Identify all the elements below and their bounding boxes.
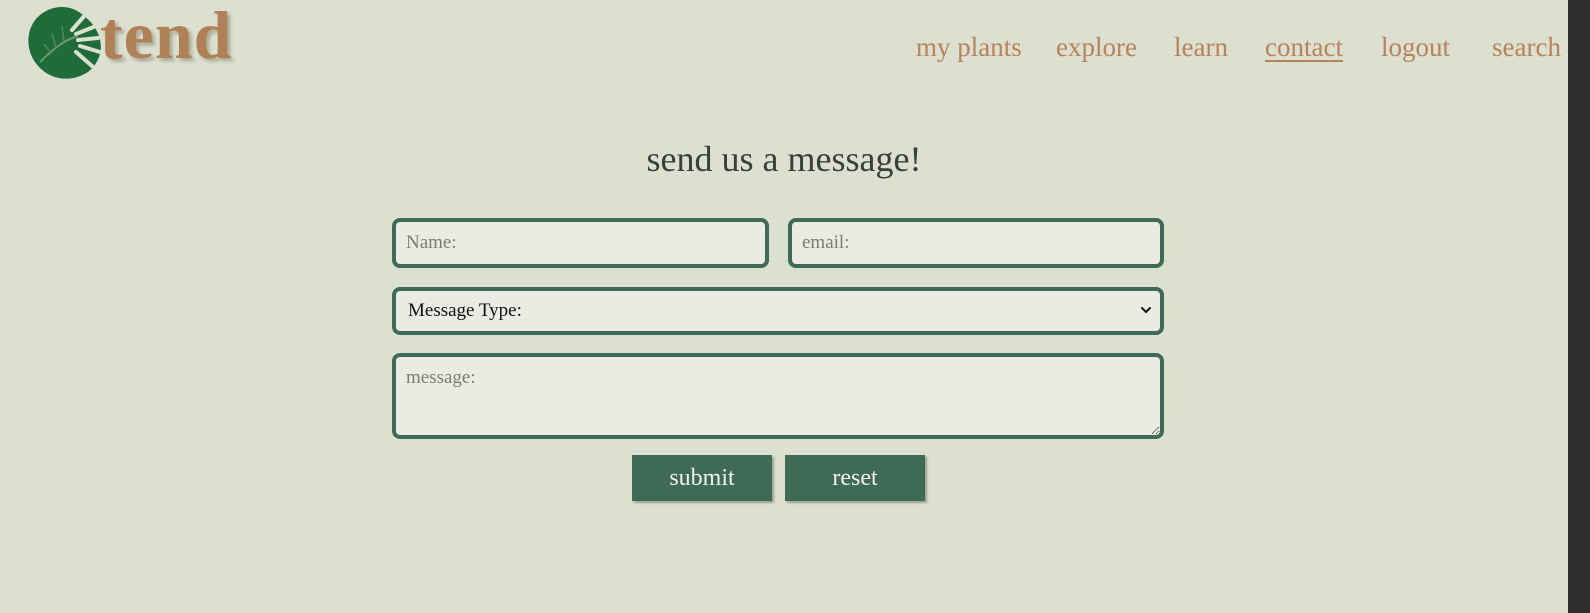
nav-link-explore[interactable]: explore [1056, 32, 1137, 63]
window-edge [1568, 0, 1590, 613]
email-field[interactable] [788, 218, 1164, 268]
nav-link-contact[interactable]: contact [1265, 32, 1343, 63]
submit-button[interactable]: submit [632, 455, 772, 501]
page: tend my plants explore learn contact log… [0, 0, 1568, 613]
nav-link-logout[interactable]: logout [1381, 32, 1450, 63]
chevron-down-icon [1141, 307, 1151, 313]
message-type-value: Message Type: [408, 300, 522, 321]
form-title: send us a message! [646, 139, 922, 179]
nav-link-learn[interactable]: learn [1174, 32, 1228, 63]
nav-link-my-plants[interactable]: my plants [916, 32, 1022, 63]
nav-link-search[interactable]: search [1492, 32, 1561, 63]
message-type-select[interactable]: Message Type: [392, 287, 1164, 335]
monstera-leaf-icon [28, 7, 102, 79]
logo-text: tend [100, 0, 233, 73]
reset-button[interactable]: reset [785, 455, 925, 501]
logo[interactable]: tend [26, 0, 241, 82]
name-field[interactable] [392, 218, 769, 268]
message-field[interactable] [392, 353, 1164, 439]
